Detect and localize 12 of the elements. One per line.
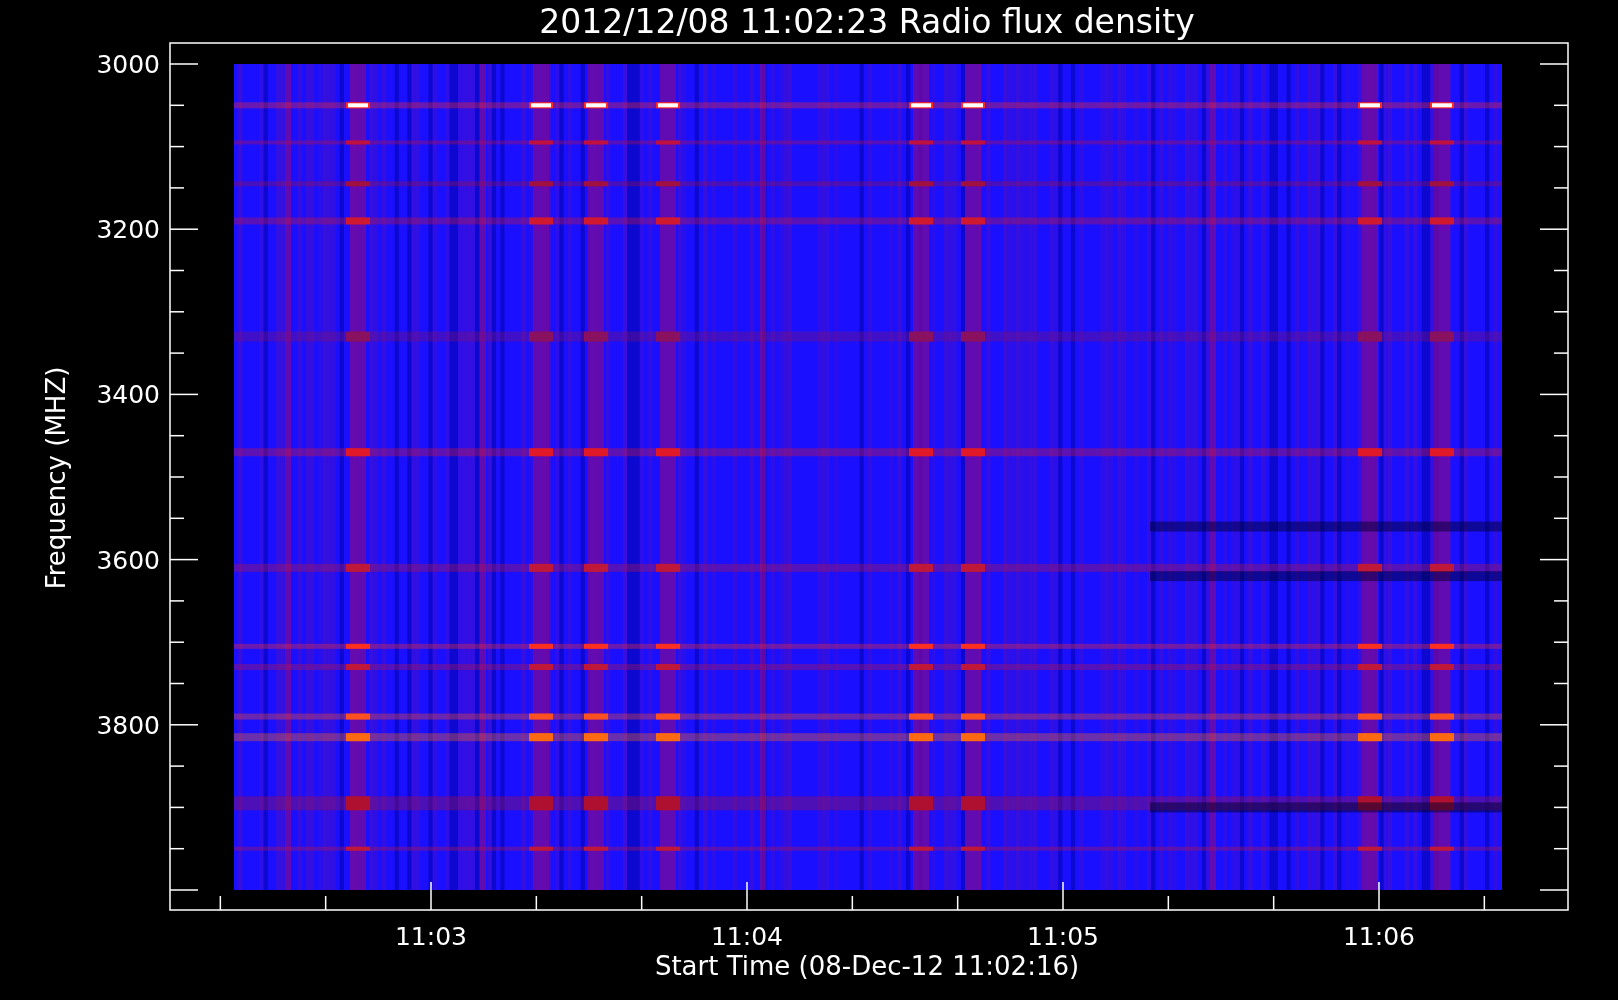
chart-title: 2012/12/08 11:02:23 Radio flux density [539,2,1195,41]
y-axis-label: Frequency (MHZ) [41,366,71,590]
y-tick-label: 3200 [96,215,160,245]
x-axis-label: Start Time (08-Dec-12 11:02:16) [654,951,1080,981]
x-tick-label: 11:04 [711,922,783,951]
x-tick-label: 11:06 [1343,922,1415,951]
y-tick-label: 3600 [96,545,160,575]
y-tick-label: 3800 [96,710,160,740]
x-tick-label: 11:05 [1027,922,1099,951]
y-tick-label: 3400 [96,380,160,410]
x-tick-label: 11:03 [395,922,467,951]
y-tick-label: 3000 [96,50,160,79]
